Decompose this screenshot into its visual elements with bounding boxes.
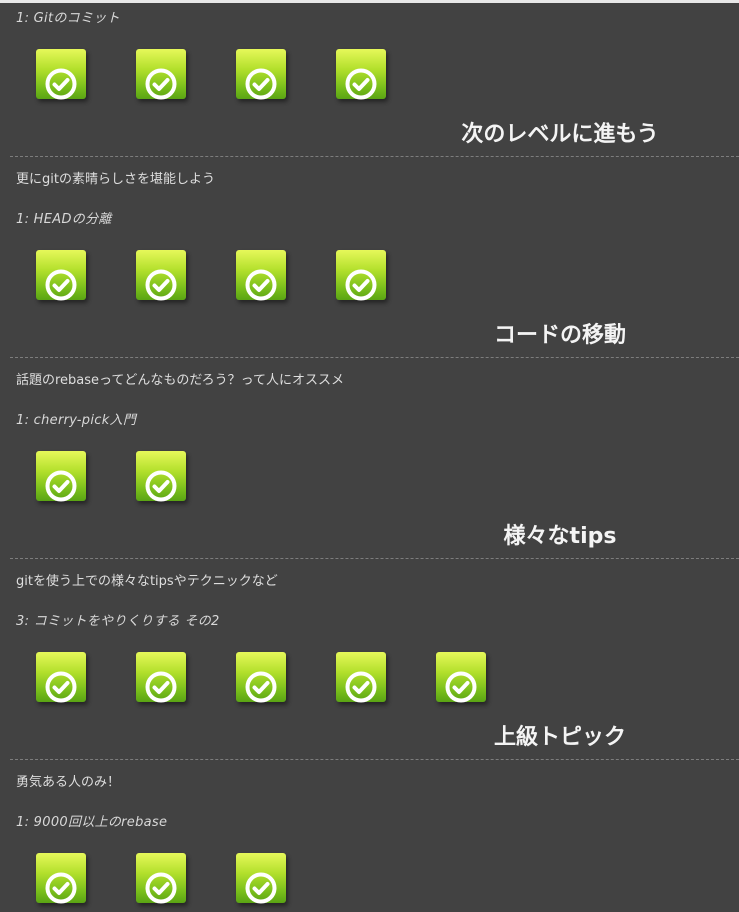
level-icon-row <box>36 652 486 708</box>
selected-level-name: 1: HEADの分離 <box>16 212 112 227</box>
level-button[interactable] <box>136 451 186 502</box>
section-title: 次のレベルに進もう <box>461 122 659 147</box>
level-button[interactable] <box>236 250 286 301</box>
level-button[interactable] <box>336 49 386 100</box>
check-circle-icon <box>245 872 277 904</box>
section-description: 話題のrebaseってどんなものだろう？って人にオススメ <box>16 373 344 388</box>
level-button[interactable] <box>336 250 386 301</box>
check-circle-icon <box>45 671 77 703</box>
level-button[interactable] <box>36 853 86 904</box>
section-divider <box>10 156 739 157</box>
level-button[interactable] <box>236 652 286 703</box>
section-title: コードの移動 <box>493 323 626 348</box>
level-button[interactable] <box>136 250 186 301</box>
check-circle-icon <box>445 671 477 703</box>
section-description: gitを使う上での様々なtipsやテクニックなど <box>16 574 278 589</box>
level-button[interactable] <box>136 853 186 904</box>
level-icon-row <box>36 451 186 507</box>
level-icon-row <box>36 853 286 909</box>
check-circle-icon <box>245 269 277 301</box>
level-button[interactable] <box>236 49 286 100</box>
level-icon-row <box>36 250 386 306</box>
check-circle-icon <box>145 470 177 502</box>
section-title: 様々なtips <box>503 524 617 549</box>
section-divider <box>10 759 739 760</box>
section-description: 勇気ある人のみ！ <box>16 775 121 790</box>
level-button[interactable] <box>36 451 86 502</box>
section-divider <box>10 357 739 358</box>
check-circle-icon <box>45 68 77 100</box>
section-description: 更にgitの素晴らしさを堪能しよう <box>16 172 215 187</box>
level-button[interactable] <box>136 49 186 100</box>
level-button[interactable] <box>36 250 86 301</box>
level-button[interactable] <box>336 652 386 703</box>
check-circle-icon <box>345 671 377 703</box>
section-title: 上級トピック <box>493 725 626 750</box>
check-circle-icon <box>245 68 277 100</box>
check-circle-icon <box>145 269 177 301</box>
check-circle-icon <box>145 68 177 100</box>
level-button[interactable] <box>436 652 486 703</box>
selected-level-name: 3: コミットをやりくりする その2 <box>16 614 220 629</box>
check-circle-icon <box>45 269 77 301</box>
level-button[interactable] <box>36 652 86 703</box>
level-select-page: 1: Gitのコミット 次のレベルに進もう 更にgitの素晴らしさを堪能しよう … <box>0 0 739 912</box>
selected-level-name: 1: cherry-pick入門 <box>16 413 137 428</box>
level-button[interactable] <box>236 853 286 904</box>
check-circle-icon <box>245 671 277 703</box>
check-circle-icon <box>145 872 177 904</box>
level-icon-row <box>36 49 386 105</box>
selected-level-name: 1: 9000回以上のrebase <box>16 815 168 830</box>
check-circle-icon <box>345 269 377 301</box>
check-circle-icon <box>145 671 177 703</box>
check-circle-icon <box>45 470 77 502</box>
level-button[interactable] <box>36 49 86 100</box>
section-divider <box>10 558 739 559</box>
check-circle-icon <box>45 872 77 904</box>
check-circle-icon <box>345 68 377 100</box>
level-button[interactable] <box>136 652 186 703</box>
selected-level-name: 1: Gitのコミット <box>16 11 120 26</box>
